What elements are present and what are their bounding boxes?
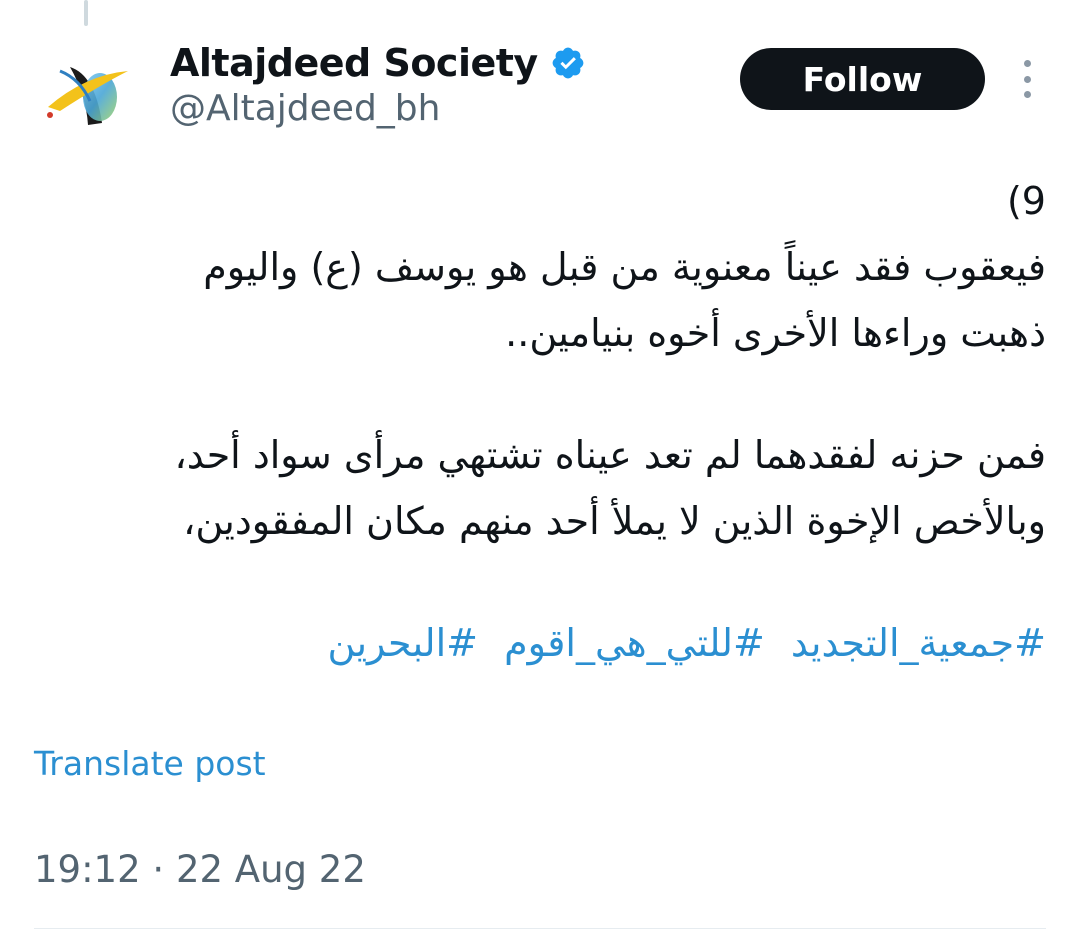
hashtag-link[interactable]: #جمعية_التجديد [791, 621, 1046, 665]
follow-button[interactable]: Follow [740, 48, 985, 110]
post-timestamp[interactable]: 19:12 · 22 Aug 22 [34, 848, 366, 891]
more-options-icon[interactable] [1012, 58, 1042, 100]
hashtag-link[interactable]: #للتي_هي_اقوم [504, 621, 765, 665]
post-line: فمن حزنه لفقدهما لم تعد عيناه تشتهي مرأى… [174, 433, 1046, 477]
author-display-name[interactable]: Altajdeed Society [170, 41, 538, 85]
post-line: فيعقوب فقد عيناً معنوية من قبل هو يوسف (… [203, 245, 1046, 289]
avatar[interactable] [40, 45, 135, 140]
post-line: ذهبت وراءها الأخرى أخوه بنيامين.. [505, 311, 1046, 355]
author-handle[interactable]: @Altajdeed_bh [170, 88, 440, 129]
post-line: وبالأخص الإخوة الذين لا يملأ أحد منهم مك… [183, 499, 1046, 543]
verified-badge-icon [552, 47, 584, 79]
more-dot [1023, 91, 1031, 98]
altajdeed-logo-icon [47, 67, 128, 125]
post-line: (9 [1006, 179, 1046, 223]
timestamp-separator: · [140, 848, 176, 891]
author-name-row: Altajdeed Society [170, 38, 586, 88]
post-text: (9 فيعقوب فقد عيناً معنوية من قبل هو يوس… [26, 168, 1046, 676]
more-dot [1023, 60, 1031, 67]
thread-connector-line [84, 0, 88, 26]
post-time: 19:12 [34, 848, 141, 891]
post-date: 22 Aug 22 [175, 848, 366, 891]
hashtag-row: #جمعية_التجديد #للتي_هي_اقوم #البحرين [26, 610, 1046, 676]
more-dot [1023, 75, 1031, 83]
divider [34, 928, 1046, 929]
translate-post-link[interactable]: Translate post [34, 744, 266, 783]
hashtag-link[interactable]: #البحرين [328, 621, 478, 665]
